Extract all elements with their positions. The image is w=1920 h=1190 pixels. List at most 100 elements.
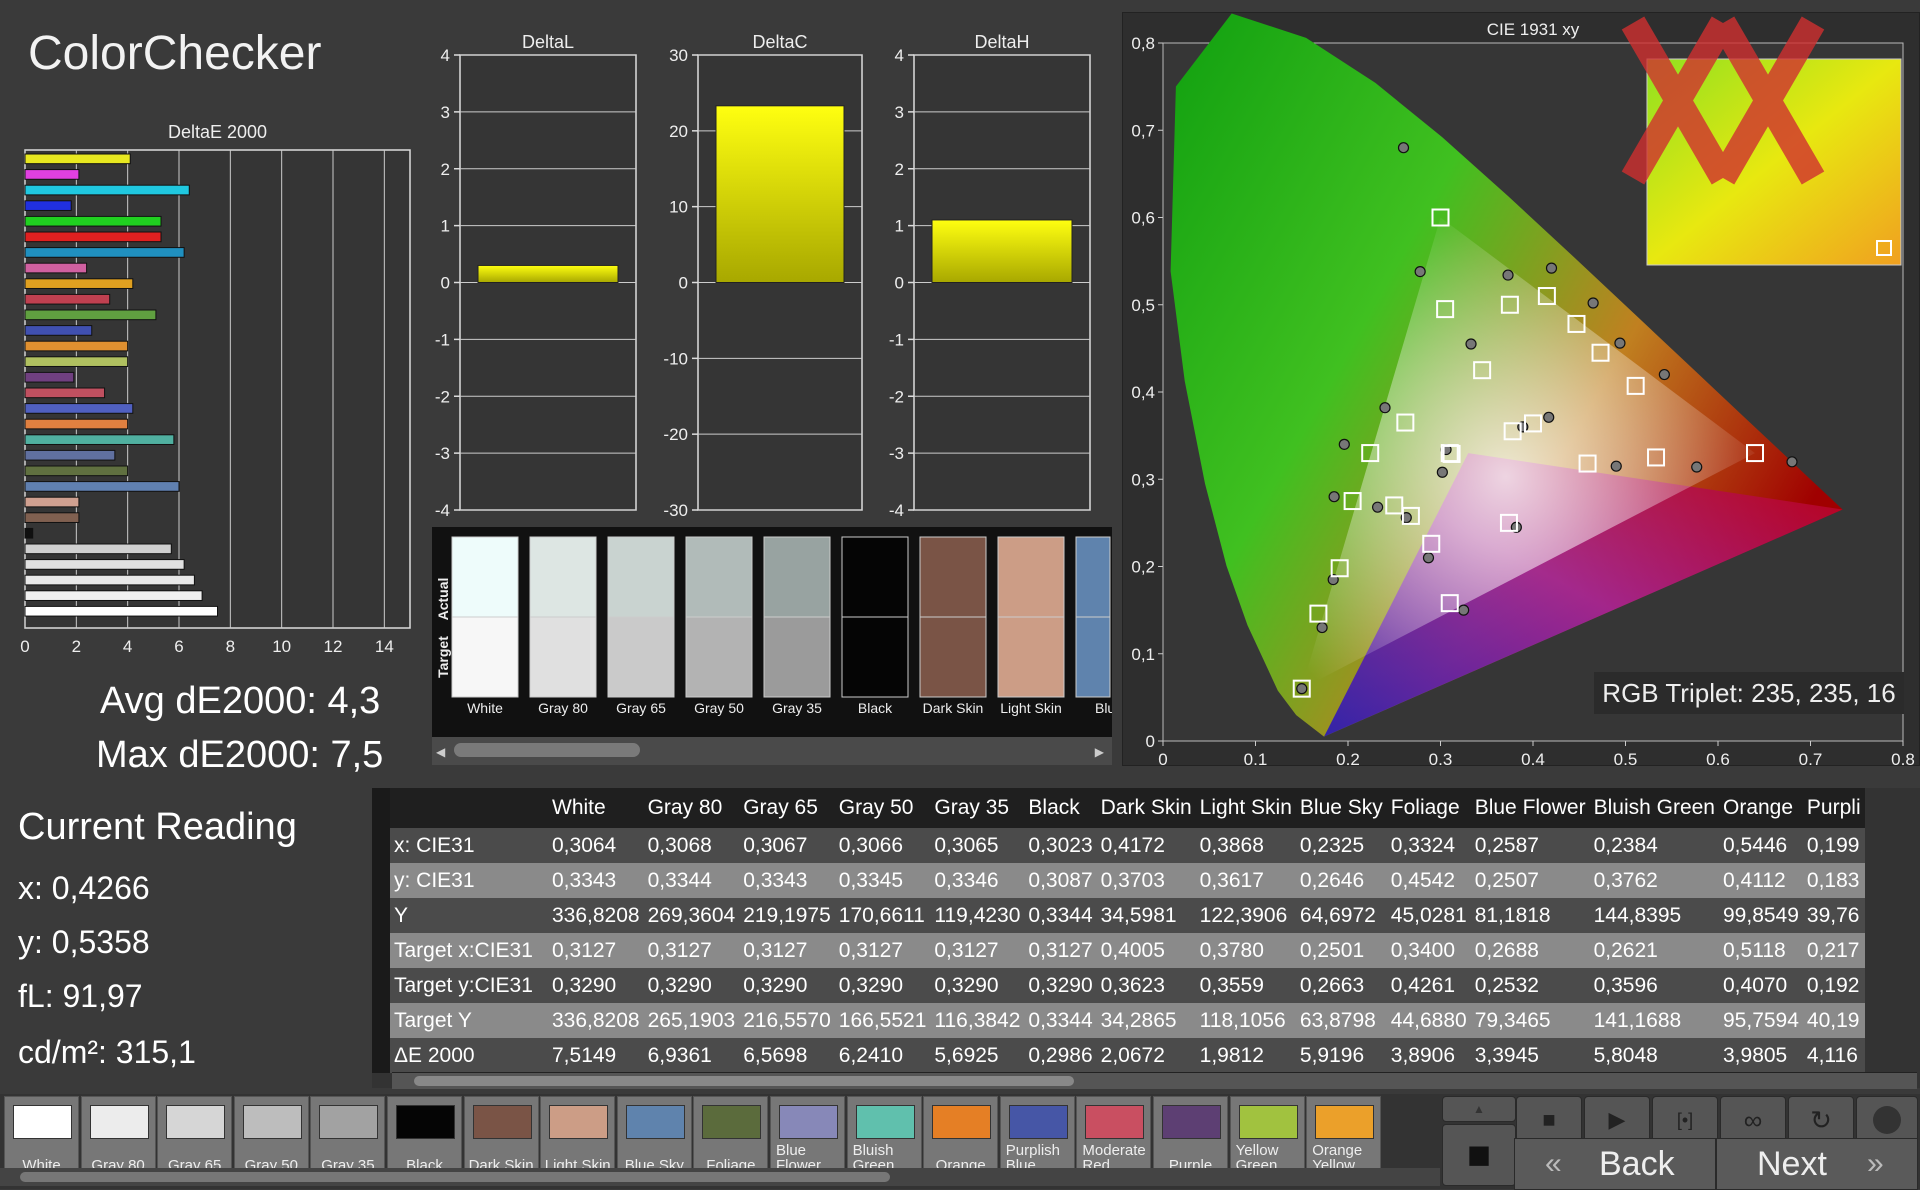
table-cell: 336,8208 <box>548 898 644 933</box>
patch-button[interactable]: White <box>4 1096 79 1176</box>
patch-button[interactable]: Gray 35 <box>310 1096 386 1176</box>
column-header[interactable]: Gray 65 <box>739 788 835 828</box>
delta-e-bar <box>24 543 172 555</box>
stop-button[interactable]: ■ <box>1516 1096 1582 1144</box>
swatch-strip[interactable]: Actual Target White Gray 80 Gray 65 Gray 50 Gr… <box>432 527 1123 765</box>
scrollbar-thumb[interactable] <box>414 1076 1074 1086</box>
table-cell: 0,4542 <box>1386 863 1471 898</box>
continuous-button[interactable]: ∞ <box>1720 1096 1786 1144</box>
actual-point <box>1372 501 1384 513</box>
column-header[interactable]: Light Skin <box>1195 788 1296 828</box>
table-cell: 166,5521 <box>834 1003 931 1038</box>
patch-button[interactable]: Dark Skin <box>463 1096 539 1176</box>
patch-button[interactable]: Orange <box>923 1096 999 1176</box>
refresh-button[interactable]: ↻ <box>1788 1096 1854 1144</box>
patch-button[interactable]: Blue Flower <box>770 1096 845 1176</box>
row-handle <box>372 898 390 933</box>
column-header[interactable]: Foliage <box>1386 788 1471 828</box>
patch-button[interactable]: Purple <box>1153 1096 1228 1176</box>
table-row[interactable]: Target y:CIE31 0,3290 0,3290 0,3290 0,3290 0,… <box>372 968 1865 1003</box>
patch-button[interactable]: Gray 65 <box>157 1096 233 1176</box>
tick-label: 0 <box>895 274 904 293</box>
table-cell: 0,3290 <box>930 968 1025 1003</box>
next-button[interactable]: Next » <box>1716 1138 1918 1190</box>
scroll-right-icon: ▶ <box>1095 745 1105 759</box>
column-header[interactable]: Bluish Green <box>1589 788 1719 828</box>
back-label: Back <box>1599 1145 1675 1183</box>
row-label: y: CIE31 <box>390 863 548 898</box>
swatch-label: Gray 65 <box>616 700 666 716</box>
table-cell: 0,3762 <box>1589 863 1719 898</box>
tick-label: 2 <box>441 160 450 179</box>
tick-label: 4 <box>895 46 904 65</box>
x-tick-label: 0,7 <box>1799 750 1823 765</box>
single-read-button[interactable]: [•] <box>1652 1096 1718 1144</box>
x-tick-label: 0,5 <box>1614 750 1638 765</box>
tick-label: 10 <box>272 637 291 656</box>
scroll-up-button[interactable]: ▲ <box>1442 1096 1516 1122</box>
column-header[interactable]: Gray 80 <box>643 788 740 828</box>
swatch-target <box>451 616 519 698</box>
table-cell: 6,9361 <box>643 1038 740 1073</box>
delta-e-bar <box>24 356 129 367</box>
table-cell: 6,2410 <box>834 1038 931 1073</box>
patch-button[interactable]: Moderate Red <box>1076 1096 1152 1176</box>
delta-e-bar <box>24 231 162 243</box>
table-row[interactable]: Y 336,8208 269,3604 219,1975 170,6611 119,423… <box>372 898 1865 933</box>
patch-button[interactable]: Light Skin <box>540 1096 616 1176</box>
stop-measure-button[interactable]: ■ <box>1442 1124 1516 1186</box>
patch-button[interactable]: Orange Yellow <box>1306 1096 1382 1176</box>
back-button[interactable]: « Back <box>1514 1138 1716 1190</box>
actual-point <box>1610 460 1622 472</box>
column-header[interactable]: Orange <box>1719 788 1803 828</box>
table-cell: 3,9805 <box>1719 1038 1803 1073</box>
table-cell: 1,9812 <box>1195 1038 1296 1073</box>
patch-button[interactable]: Bluish Green <box>846 1096 922 1176</box>
column-header[interactable]: Dark Skin <box>1096 788 1196 828</box>
delta-e-bar <box>24 481 180 492</box>
table-row[interactable]: Target x:CIE31 0,3127 0,3127 0,3127 0,3127 0,… <box>372 933 1865 968</box>
column-header[interactable]: White <box>548 788 644 828</box>
column-header[interactable]: Blue Flower <box>1470 788 1590 828</box>
table-cell: 0,3127 <box>548 933 644 968</box>
table-row[interactable]: y: CIE31 0,3343 0,3344 0,3343 0,3345 0,3346 0,… <box>372 863 1865 898</box>
back-chevron-icon: « <box>1545 1147 1562 1180</box>
table-cell: 5,9196 <box>1295 1038 1387 1073</box>
column-header[interactable]: Black <box>1024 788 1097 828</box>
patch-color-chip <box>166 1105 226 1139</box>
data-table[interactable]: White Gray 80 Gray 65 Gray 50 Gray 35 Black Da… <box>372 788 1920 1088</box>
patch-button[interactable]: Foliage <box>693 1096 769 1176</box>
patch-button[interactable]: Yellow Green <box>1229 1096 1305 1176</box>
table-cell: 0,3127 <box>1024 933 1097 968</box>
patch-button[interactable]: Black <box>387 1096 462 1176</box>
tick-label: 10 <box>669 198 688 217</box>
table-cell: 0,4005 <box>1096 933 1196 968</box>
table-row[interactable]: x: CIE31 0,3064 0,3068 0,3067 0,3066 0,3065 0,… <box>372 828 1865 863</box>
patch-button[interactable]: Purplish Blue <box>999 1096 1075 1176</box>
rgb-triplet-readout: RGB Triplet: 235, 235, 16 <box>1594 672 1904 714</box>
column-header[interactable]: Blue Sky <box>1295 788 1387 828</box>
table-row[interactable]: ΔE 2000 7,5149 6,9361 6,5698 6,2410 5,6925 0,2… <box>372 1038 1865 1073</box>
actual-point <box>1502 269 1514 281</box>
swatch-comparison-panel: Actual Target White Gray 80 Gray 65 Gray 50 Gr… <box>432 527 1123 765</box>
target-row-label: Target <box>435 636 451 678</box>
patch-bar-scrollbar[interactable] <box>0 1168 1440 1186</box>
tick-label: 4 <box>123 637 132 656</box>
table-row[interactable]: Target Y 336,8208 265,1903 216,5570 166,5521… <box>372 1003 1865 1038</box>
patch-button[interactable]: Gray 80 <box>80 1096 156 1176</box>
table-cell: 5,8048 <box>1589 1038 1719 1073</box>
y-tick-label: 0,5 <box>1131 296 1155 315</box>
table-horizontal-scrollbar[interactable] <box>392 1072 1917 1089</box>
table-cell: 40,19 <box>1802 1003 1865 1038</box>
scrollbar-thumb[interactable] <box>20 1172 890 1182</box>
tick-label: 8 <box>226 637 235 656</box>
actual-point <box>1316 621 1328 634</box>
record-button[interactable] <box>1856 1096 1918 1144</box>
patch-button[interactable]: Blue Sky <box>616 1096 692 1176</box>
play-button[interactable]: ▶ <box>1584 1096 1650 1144</box>
patch-button[interactable]: Gray 50 <box>233 1096 309 1176</box>
column-header[interactable]: Gray 50 <box>834 788 931 828</box>
column-header[interactable]: Purpli <box>1802 788 1865 828</box>
column-header[interactable]: Gray 35 <box>930 788 1025 828</box>
patch-color-chip <box>89 1105 149 1139</box>
